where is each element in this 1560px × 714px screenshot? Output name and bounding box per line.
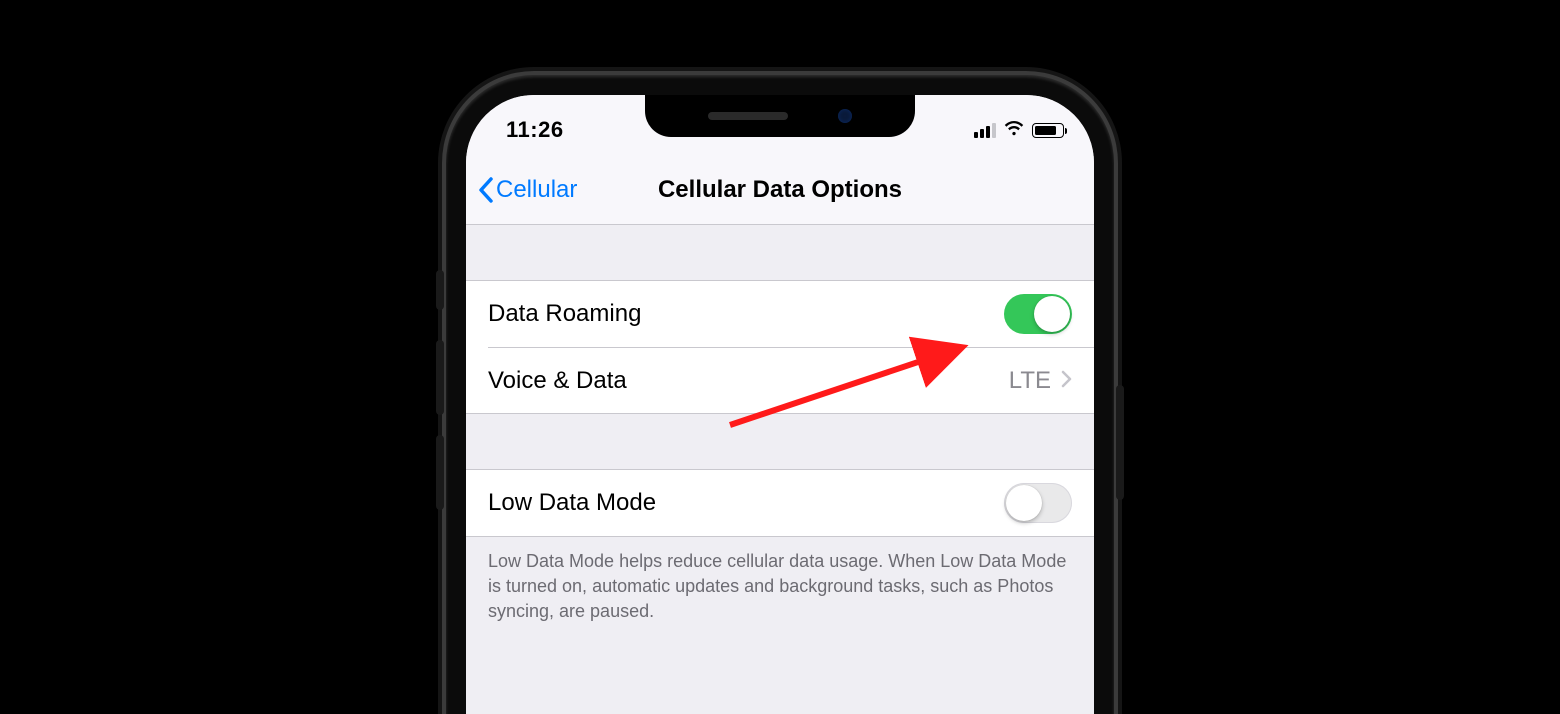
low-data-footer-note: Low Data Mode helps reduce cellular data… [466,537,1094,649]
speaker-grille [708,112,788,120]
settings-content: Data Roaming Voice & Data LTE [466,225,1094,649]
battery-icon [1032,123,1064,138]
power-button [1116,385,1124,500]
group-cellular-options: Data Roaming Voice & Data LTE [466,280,1094,414]
wifi-icon [1003,120,1025,141]
group-spacer [466,414,1094,469]
low-data-mode-toggle[interactable] [1004,483,1072,523]
volume-up-button [436,340,444,415]
group-spacer [466,225,1094,280]
row-low-data-mode[interactable]: Low Data Mode [466,470,1094,536]
notch [645,95,915,137]
chevron-right-icon [1061,367,1072,395]
row-voice-and-data[interactable]: Voice & Data LTE [488,347,1094,413]
cellular-signal-icon [974,123,996,138]
front-camera [838,109,852,123]
group-low-data: Low Data Mode [466,469,1094,537]
row-data-roaming[interactable]: Data Roaming [466,281,1094,347]
back-label: Cellular [496,176,577,204]
row-value: LTE [1009,367,1051,395]
stage: 11:26 [0,0,1560,714]
row-right: LTE [1009,367,1072,395]
phone-frame: 11:26 [446,75,1114,714]
mute-switch [436,270,444,310]
toggle-knob [1006,485,1042,521]
chevron-left-icon [478,177,494,203]
status-time: 11:26 [506,117,564,143]
toggle-knob [1034,296,1070,332]
data-roaming-toggle[interactable] [1004,294,1072,334]
status-indicators [974,120,1064,141]
screen: 11:26 [466,95,1094,714]
row-label: Low Data Mode [488,489,656,517]
row-label: Data Roaming [488,300,641,328]
row-label: Voice & Data [488,367,627,395]
back-button[interactable]: Cellular [466,176,585,204]
volume-down-button [436,435,444,510]
navbar: Cellular Cellular Data Options [466,155,1094,225]
